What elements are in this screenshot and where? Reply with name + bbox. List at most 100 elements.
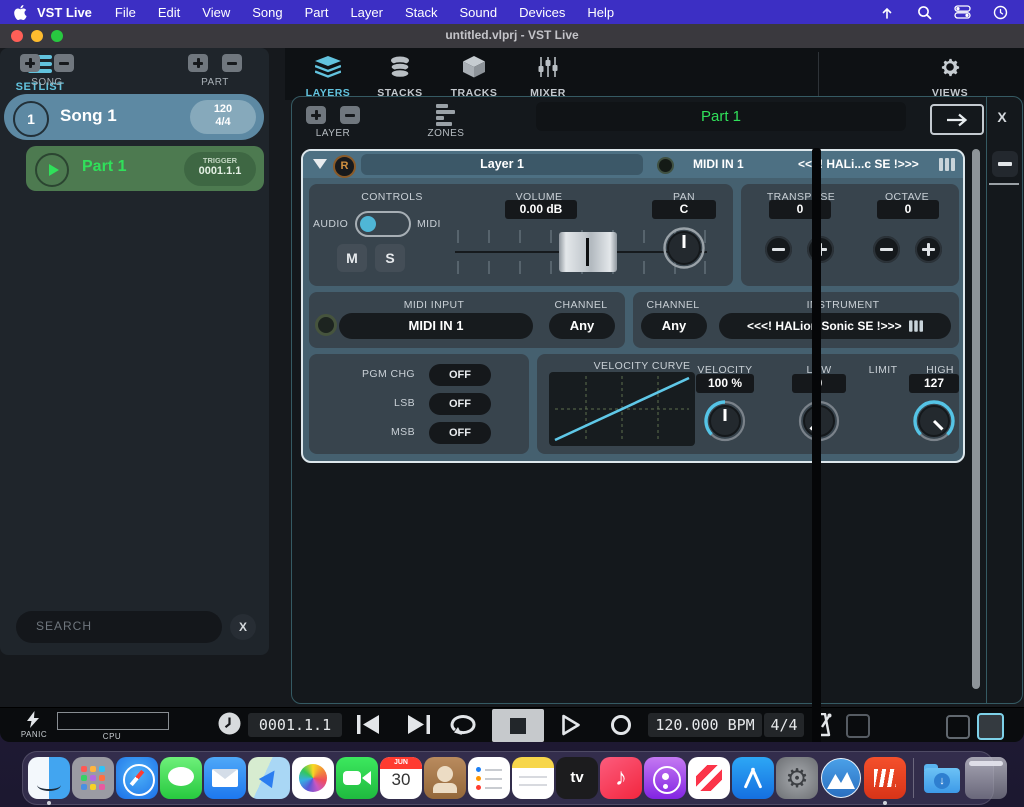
octave-value[interactable]: 0	[877, 200, 939, 219]
menu-part[interactable]: Part	[305, 5, 329, 20]
cycle-button[interactable]	[450, 714, 478, 740]
dock-trash-icon[interactable]	[965, 757, 1007, 799]
part-trigger-badge[interactable]: TRIGGER 0001.1.1	[184, 152, 256, 186]
solo-button[interactable]: S	[375, 244, 405, 272]
menu-devices[interactable]: Devices	[519, 5, 565, 20]
dock-system-settings-icon[interactable]	[776, 757, 818, 799]
close-editor-button[interactable]: X	[992, 109, 1012, 125]
dock-finder-icon[interactable]	[28, 757, 70, 799]
pan-knob[interactable]	[662, 226, 706, 275]
high-knob[interactable]	[912, 399, 956, 448]
remove-part-button[interactable]	[222, 54, 242, 72]
part-play-button[interactable]	[35, 153, 69, 187]
menu-layer[interactable]: Layer	[350, 5, 383, 20]
search-input[interactable]	[34, 618, 198, 634]
dock-mail-icon[interactable]	[204, 757, 246, 799]
tab-views[interactable]: VIEWS	[917, 56, 983, 99]
tab-stacks[interactable]: STACKS	[367, 56, 433, 99]
metronome-checkbox[interactable]	[846, 714, 870, 738]
layer-midi-in-label[interactable]: MIDI IN 1	[693, 157, 744, 171]
tab-mixer[interactable]: MIXER	[515, 56, 581, 99]
menu-view[interactable]: View	[202, 5, 230, 20]
dock-safari-icon[interactable]	[116, 757, 158, 799]
left-zone-toggle[interactable]	[946, 715, 970, 739]
menu-app-name[interactable]: VST Live	[37, 5, 92, 20]
tempo-display[interactable]: 120.000 BPM	[648, 713, 762, 737]
dock-notes-icon[interactable]	[512, 757, 554, 799]
remove-panel-button[interactable]	[992, 151, 1018, 177]
octave-increment-button[interactable]	[915, 236, 942, 263]
volume-fader-handle[interactable]	[559, 232, 617, 272]
song-item[interactable]: 1 Song 1 120 4/4	[4, 94, 264, 140]
mute-button[interactable]: M	[337, 244, 367, 272]
channel-in-value[interactable]: Any	[549, 313, 615, 339]
velocity-knob[interactable]	[703, 399, 747, 448]
transpose-value[interactable]: 0	[769, 200, 831, 219]
record-arm-badge[interactable]: R	[333, 155, 356, 178]
remove-song-button[interactable]	[54, 54, 74, 72]
time-signature-display[interactable]: 4/4	[764, 713, 804, 737]
add-part-button[interactable]	[188, 54, 208, 72]
menu-song[interactable]: Song	[252, 5, 282, 20]
volume-value[interactable]: 0.00 dB	[505, 200, 577, 219]
octave-decrement-button[interactable]	[873, 236, 900, 263]
go-to-end-button[interactable]	[406, 714, 431, 740]
dock-music-icon[interactable]	[600, 757, 642, 799]
collapse-layer-icon[interactable]	[313, 159, 327, 169]
dock-apple-tv-icon[interactable]: tv	[556, 757, 598, 799]
dock-messages-icon[interactable]	[160, 757, 202, 799]
lsb-value[interactable]: OFF	[429, 393, 491, 415]
record-button[interactable]	[610, 714, 632, 741]
dock-contacts-icon[interactable]	[424, 757, 466, 799]
pgm-chg-value[interactable]: OFF	[429, 364, 491, 386]
dock-podcasts-icon[interactable]	[644, 757, 686, 799]
add-song-button[interactable]	[20, 54, 40, 72]
zones-icon[interactable]	[436, 104, 455, 126]
high-value[interactable]: 127	[909, 374, 959, 393]
search-field[interactable]	[16, 611, 222, 643]
dock-facetime-icon[interactable]	[336, 757, 378, 799]
part-name-field[interactable]: Part 1	[536, 102, 906, 131]
dock-reminders-icon[interactable]	[468, 757, 510, 799]
transpose-decrement-button[interactable]	[765, 236, 792, 263]
dock-downloads-icon[interactable]: ↓	[921, 757, 963, 799]
go-to-start-button[interactable]	[356, 714, 381, 740]
pan-value[interactable]: C	[652, 200, 716, 219]
stop-button[interactable]	[492, 709, 544, 742]
instrument-value[interactable]: <<<! HALion Sonic SE !>>>	[719, 313, 951, 339]
menu-file[interactable]: File	[115, 5, 136, 20]
search-icon[interactable]	[917, 5, 932, 20]
vertical-scrollbar-thumb[interactable]	[972, 149, 980, 689]
dock-launchpad-icon[interactable]	[72, 757, 114, 799]
dock-media-app-icon[interactable]	[864, 757, 906, 799]
menu-help[interactable]: Help	[587, 5, 614, 20]
play-button[interactable]	[561, 714, 581, 741]
tab-layers[interactable]: LAYERS	[295, 56, 361, 99]
dock-photos-icon[interactable]	[292, 757, 334, 799]
part-item[interactable]: Part 1 TRIGGER 0001.1.1	[26, 146, 264, 191]
clock-icon[interactable]	[993, 5, 1008, 20]
right-zone-toggle[interactable]	[977, 713, 1004, 740]
midi-input-value[interactable]: MIDI IN 1	[339, 313, 533, 339]
menu-sound[interactable]: Sound	[460, 5, 498, 20]
dock-maps-icon[interactable]	[248, 757, 290, 799]
velocity-curve-graph[interactable]	[549, 372, 695, 446]
layer-name[interactable]: Layer 1	[361, 154, 643, 175]
dock-news-icon[interactable]	[688, 757, 730, 799]
tab-tracks[interactable]: TRACKS	[441, 56, 507, 99]
search-clear-button[interactable]: X	[230, 614, 256, 640]
song-tempo-badge[interactable]: 120 4/4	[190, 100, 256, 134]
upload-status-icon[interactable]	[879, 5, 895, 19]
apple-menu-icon[interactable]	[14, 5, 27, 20]
time-format-clock-icon[interactable]	[218, 712, 241, 740]
dock-vst-live-icon[interactable]	[820, 757, 862, 799]
next-part-arrow-button[interactable]	[930, 104, 984, 135]
add-layer-button[interactable]	[306, 106, 326, 124]
window-splitter[interactable]	[812, 148, 821, 742]
transport-time-display[interactable]: 0001.1.1	[248, 713, 342, 737]
control-center-icon[interactable]	[954, 5, 971, 19]
channel-out-value[interactable]: Any	[641, 313, 707, 339]
dock-calendar-icon[interactable]: JUN 30	[380, 757, 422, 799]
msb-value[interactable]: OFF	[429, 422, 491, 444]
audio-midi-toggle[interactable]	[355, 211, 411, 237]
